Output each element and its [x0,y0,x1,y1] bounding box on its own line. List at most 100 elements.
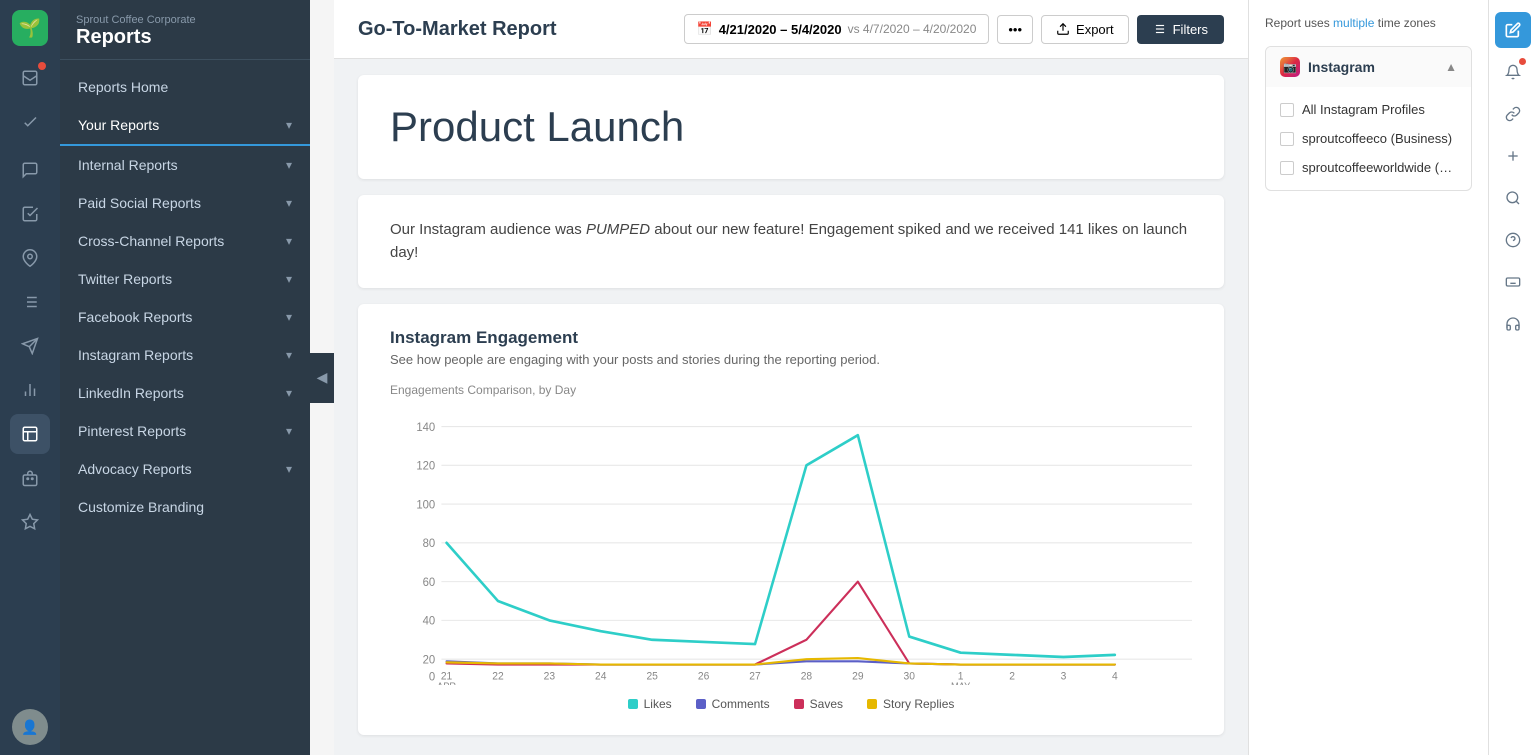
report-name-card: Product Launch [358,75,1224,179]
chevron-down-icon: ▾ [286,158,292,172]
headset-icon[interactable] [1495,306,1531,342]
timezone-note: Report uses multiple time zones [1265,16,1472,30]
star-icon[interactable] [10,502,50,542]
chevron-down-icon: ▾ [286,386,292,400]
chevron-down-icon: ▾ [286,272,292,286]
add-icon[interactable] [1495,138,1531,174]
search-icon[interactable] [1495,180,1531,216]
sidebar-collapse-button[interactable]: ◀ [310,353,334,403]
instagram-icon: 📷 [1280,57,1300,77]
sidebar-item-advocacy-reports[interactable]: Advocacy Reports ▾ [60,450,310,488]
export-button[interactable]: Export [1041,15,1129,44]
sidebar-item-instagram-reports[interactable]: Instagram Reports ▾ [60,336,310,374]
sproutcoffeeworldwide-checkbox[interactable] [1280,161,1294,175]
notification-icon[interactable] [1495,54,1531,90]
export-icon [1056,22,1070,36]
more-options-button[interactable]: ••• [997,15,1033,44]
filter-section-label: Instagram [1308,59,1375,75]
main-wrapper: Go-To-Market Report 📅 4/21/2020 – 5/4/20… [334,0,1536,755]
chart-legend: Likes Comments Saves Story Replies [390,697,1192,711]
messages-icon[interactable] [10,150,50,190]
left-icon-rail: 🌱 👤 [0,0,60,755]
filter-option-all-instagram[interactable]: All Instagram Profiles [1266,95,1471,124]
description-text-before: Our Instagram audience was [390,221,586,238]
app-logo[interactable]: 🌱 [12,10,48,46]
svg-text:22: 22 [492,670,504,682]
chevron-down-icon: ▾ [286,310,292,324]
chevron-down-icon: ▾ [286,234,292,248]
sidebar-item-customize-branding[interactable]: Customize Branding [60,488,310,526]
inbox-icon[interactable] [10,58,50,98]
chevron-down-icon: ▾ [286,462,292,476]
header-controls: 📅 4/21/2020 – 5/4/2020 vs 4/7/2020 – 4/2… [684,14,1224,44]
sidebar: Sprout Coffee Corporate Reports Reports … [60,0,310,755]
svg-text:80: 80 [423,538,436,550]
svg-text:26: 26 [698,670,710,682]
reports-icon[interactable] [10,414,50,454]
chart-container: 140 120 100 80 60 40 20 0 21 APR 22 23 2… [390,405,1192,685]
svg-text:28: 28 [801,670,813,682]
help-icon[interactable] [1495,222,1531,258]
sidebar-item-linkedin-reports[interactable]: LinkedIn Reports ▾ [60,374,310,412]
user-avatar[interactable]: 👤 [12,709,48,745]
content-area: Product Launch Our Instagram audience wa… [334,59,1248,751]
edit-icon[interactable] [1495,12,1531,48]
sproutcoffeeco-label: sproutcoffeeco (Business) [1302,131,1452,146]
sidebar-item-your-reports[interactable]: Your Reports ▾ [60,106,310,146]
legend-saves: Saves [794,697,843,711]
filter-option-sproutcoffeeco[interactable]: sproutcoffeeco (Business) [1266,124,1471,153]
right-icon-rail [1488,0,1536,755]
svg-text:0: 0 [429,671,435,683]
sidebar-item-paid-social-reports[interactable]: Paid Social Reports ▾ [60,184,310,222]
sproutcoffeeworldwide-label: sproutcoffeeworldwide (Bu... [1302,160,1457,175]
date-range-main: 4/21/2020 – 5/4/2020 [719,22,842,37]
filters-button[interactable]: Filters [1137,15,1224,44]
saves-color [794,699,804,709]
sidebar-item-twitter-reports[interactable]: Twitter Reports ▾ [60,260,310,298]
chevron-down-icon: ▾ [286,348,292,362]
filter-option-sproutcoffeeworldwide[interactable]: sproutcoffeeworldwide (Bu... [1266,153,1471,182]
sidebar-item-reports-home[interactable]: Reports Home [60,68,310,106]
timezone-link[interactable]: multiple [1333,16,1374,30]
calendar-icon: 📅 [697,21,713,37]
publish-icon[interactable] [10,326,50,366]
all-instagram-label: All Instagram Profiles [1302,102,1425,117]
org-name: Sprout Coffee Corporate [76,14,294,26]
comments-color [696,699,706,709]
filter-section-instagram: 📷 Instagram ▲ All Instagram Profiles spr… [1265,46,1472,191]
ellipsis-icon: ••• [1008,22,1022,37]
sidebar-item-pinterest-reports[interactable]: Pinterest Reports ▾ [60,412,310,450]
filters-label: Filters [1173,22,1208,37]
svg-text:MAY: MAY [951,681,971,685]
svg-text:23: 23 [544,670,556,682]
svg-text:2: 2 [1009,670,1015,682]
compose-icon[interactable] [10,102,50,142]
engagement-chart: 140 120 100 80 60 40 20 0 21 APR 22 23 2… [390,405,1192,685]
main-header: Go-To-Market Report 📅 4/21/2020 – 5/4/20… [334,0,1248,59]
sproutcoffeeco-checkbox[interactable] [1280,132,1294,146]
filter-section-header[interactable]: 📷 Instagram ▲ [1266,47,1471,87]
link-icon[interactable] [1495,96,1531,132]
chevron-down-icon: ▾ [286,196,292,210]
tasks-icon[interactable] [10,194,50,234]
sidebar-nav: Reports Home Your Reports ▾ Internal Rep… [60,60,310,755]
description-card: Our Instagram audience was PUMPED about … [358,195,1224,288]
chart-subtitle: See how people are engaging with your po… [390,352,1192,367]
chart-card: Instagram Engagement See how people are … [358,304,1224,735]
filter-options-list: All Instagram Profiles sproutcoffeeco (B… [1266,87,1471,190]
svg-text:3: 3 [1061,670,1067,682]
keyboard-icon[interactable] [1495,264,1531,300]
sidebar-item-cross-channel-reports[interactable]: Cross-Channel Reports ▾ [60,222,310,260]
saves-label: Saves [810,697,843,711]
analytics-icon[interactable] [10,370,50,410]
sidebar-item-facebook-reports[interactable]: Facebook Reports ▾ [60,298,310,336]
svg-text:24: 24 [595,670,607,682]
sidebar-item-internal-reports[interactable]: Internal Reports ▾ [60,146,310,184]
right-panel: Report uses multiple time zones 📷 Instag… [1248,0,1488,755]
all-instagram-checkbox[interactable] [1280,103,1294,117]
list-icon[interactable] [10,282,50,322]
pin-icon[interactable] [10,238,50,278]
date-range-button[interactable]: 📅 4/21/2020 – 5/4/2020 vs 4/7/2020 – 4/2… [684,14,990,44]
svg-text:27: 27 [749,670,761,682]
bot-icon[interactable] [10,458,50,498]
